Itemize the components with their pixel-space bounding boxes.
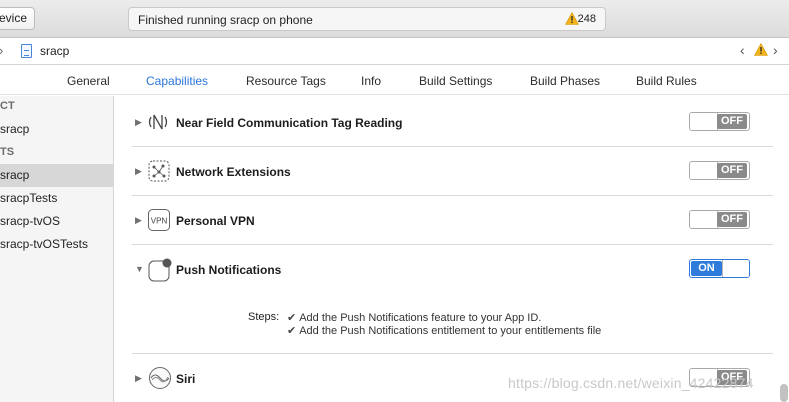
step-item: ✔ Add the Push Notifications entitlement … <box>287 324 601 337</box>
toggle-knob <box>690 211 718 228</box>
capability-row-push-notifications: ▼ Push Notifications ON <box>132 245 773 354</box>
chevron-left-icon[interactable]: ‹ <box>740 42 745 58</box>
step-text: Add the Push Notifications entitlement t… <box>299 325 602 337</box>
chevron-right-icon[interactable]: › <box>773 42 778 58</box>
toggle-state-label: ON <box>691 261 722 276</box>
activity-status-text: Finished running sracp on phone <box>138 13 313 27</box>
disclosure-triangle-expanded-icon[interactable]: ▼ <box>135 264 144 274</box>
checkmark-icon: ✔ <box>287 312 297 324</box>
chevron-right-icon: › <box>0 43 3 58</box>
capability-title: Near Field Communication Tag Reading <box>176 116 403 130</box>
capability-toggle-nfc[interactable]: OFF <box>689 112 750 131</box>
tab-capabilities[interactable]: Capabilities <box>146 74 208 88</box>
nfc-icon <box>148 111 170 133</box>
capability-title: Siri <box>176 372 196 386</box>
toolbar: evice Finished running sracp on phone 24… <box>0 0 789 38</box>
warning-count[interactable]: 248 <box>578 13 596 25</box>
project-file-icon <box>21 44 32 58</box>
capability-toggle-network-extensions[interactable]: OFF <box>689 161 750 180</box>
disclosure-triangle-icon[interactable]: ▶ <box>135 215 142 226</box>
tab-build-phases[interactable]: Build Phases <box>530 74 600 88</box>
sidebar-item-target-sracp-tvostests[interactable]: sracp-tvOSTests <box>0 233 113 256</box>
siri-icon <box>148 366 171 389</box>
editor-tabs: General Capabilities Resource Tags Info … <box>0 65 789 95</box>
checkmark-icon: ✔ <box>287 325 297 337</box>
sidebar-item-target-sracp[interactable]: sracp <box>0 164 113 187</box>
project-section-header: CT <box>0 100 15 112</box>
step-item: ✔ Add the Push Notifications feature to y… <box>287 311 541 324</box>
watermark-text: https://blog.csdn.net/weixin_42422874 <box>508 375 754 391</box>
jump-bar: › sracp ‹ › <box>0 38 789 65</box>
toggle-knob <box>690 162 718 179</box>
capability-row-nfc: ▶ Near Field Communication Tag Reading O… <box>132 98 773 147</box>
activity-status-bar: Finished running sracp on phone 248 <box>128 7 606 31</box>
disclosure-triangle-icon[interactable]: ▶ <box>135 373 142 384</box>
sidebar-item-target-sracp-tvos[interactable]: sracp-tvOS <box>0 210 113 233</box>
push-notifications-icon <box>148 258 172 282</box>
toggle-state-label: OFF <box>717 163 747 178</box>
capability-toggle-push-notifications[interactable]: ON <box>689 259 750 278</box>
capabilities-list: ▶ Near Field Communication Tag Reading O… <box>114 96 789 402</box>
vpn-icon: VPN <box>148 209 170 231</box>
sidebar-item-project[interactable]: sracp <box>0 118 113 141</box>
targets-section-header: TS <box>0 146 15 158</box>
tab-build-rules[interactable]: Build Rules <box>636 74 697 88</box>
sidebar-item-target-sracptests[interactable]: sracpTests <box>0 187 113 210</box>
disclosure-triangle-icon[interactable]: ▶ <box>135 166 142 177</box>
jump-bar-file-label[interactable]: sracp <box>40 44 69 58</box>
disclosure-triangle-icon[interactable]: ▶ <box>135 117 142 128</box>
tab-resource-tags[interactable]: Resource Tags <box>246 74 326 88</box>
steps-label: Steps: <box>248 311 280 323</box>
toggle-knob <box>690 113 718 130</box>
device-selector-button[interactable]: evice <box>0 7 35 30</box>
project-target-sidebar: CT sracp TS sracp sracpTests sracp-tvOS … <box>0 96 114 402</box>
tab-general[interactable]: General <box>67 74 110 88</box>
capability-title: Personal VPN <box>176 214 255 228</box>
tab-build-settings[interactable]: Build Settings <box>419 74 492 88</box>
scrollbar[interactable] <box>780 384 788 402</box>
network-extensions-icon <box>148 160 170 182</box>
capability-title: Network Extensions <box>176 165 291 179</box>
capability-row-personal-vpn: ▶ VPN Personal VPN OFF <box>132 196 773 245</box>
capability-row-network-extensions: ▶ Network Extensions OFF <box>132 147 773 196</box>
toggle-state-label: OFF <box>717 212 747 227</box>
toggle-state-label: OFF <box>717 114 747 129</box>
svg-text:VPN: VPN <box>151 217 168 226</box>
capability-title: Push Notifications <box>176 263 282 277</box>
step-text: Add the Push Notifications feature to yo… <box>299 312 542 324</box>
toggle-knob <box>722 260 749 277</box>
tab-info[interactable]: Info <box>361 74 381 88</box>
capability-toggle-personal-vpn[interactable]: OFF <box>689 210 750 229</box>
issue-warning-icon[interactable] <box>753 42 769 59</box>
